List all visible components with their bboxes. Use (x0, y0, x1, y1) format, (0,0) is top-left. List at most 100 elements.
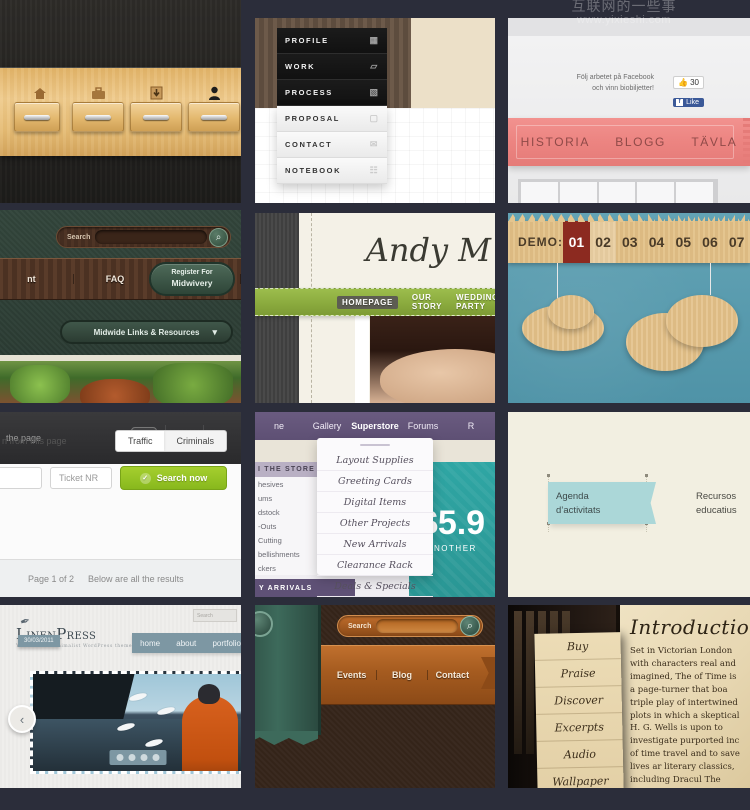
sidebar-item[interactable]: ckers (255, 561, 319, 575)
nav-item-wedding-party[interactable]: WEDDING PARTY (456, 293, 495, 311)
gallery-item-superstore-dropdown[interactable]: ne Gallery Superstore Forums R I THE STO… (255, 412, 495, 597)
menu-item-notebook[interactable]: NOTEBOOK ☷ (277, 158, 387, 184)
nav-item-superstore[interactable]: Superstore (351, 421, 399, 431)
dropdown-item[interactable]: Deals & Specials (317, 576, 433, 597)
plank-nav-row[interactable]: Events Blog Contact (327, 663, 477, 687)
segmented-control[interactable]: Traffic Criminals (114, 430, 227, 452)
gallery-item-search-toolbar[interactable]: the page ▣ ⚙ ⛶ n from this page Traffic … (0, 412, 241, 597)
magnifier-icon[interactable]: ⌕ (460, 616, 480, 636)
menu-item-profile[interactable]: PROFILE ▦ (277, 28, 387, 54)
sidebar-item[interactable]: ums (255, 491, 319, 505)
segment-criminals[interactable]: Criminals (164, 431, 226, 451)
recursos-tab[interactable]: Recursos educatius (696, 490, 737, 518)
demo-switcher-strip[interactable]: DEMO: 01 02 03 04 05 06 07 (508, 221, 750, 263)
gallery-item-profile-menu[interactable]: PROFILE ▦ WORK ▱ PROCESS ▧ PROPOSAL ▢ CO… (255, 18, 495, 203)
gallery-item-agenda-ribbon[interactable]: Agenda d’activitats Recursos educatius (508, 412, 750, 597)
menu-item-process[interactable]: PROCESS ▧ (277, 80, 387, 106)
drawer-home[interactable] (14, 78, 66, 132)
sidebar-item[interactable]: hesives (255, 477, 319, 491)
drawer-profile[interactable] (188, 78, 240, 132)
gallery-item-vintage-book[interactable]: Introduction Set in Victorian London wit… (508, 605, 750, 788)
nav-item-historia[interactable]: HISTORIA (521, 135, 590, 149)
nav-item-blog[interactable]: Blog (377, 670, 428, 680)
demo-tab-01[interactable]: 01 (563, 221, 590, 263)
nav-item-tavla[interactable]: TÄVLA (691, 135, 737, 149)
nav-item-events[interactable]: Events (327, 670, 378, 680)
menu-item-buy[interactable]: Buy (534, 632, 621, 661)
nav-item-our-story[interactable]: OUR STORY (412, 293, 442, 311)
register-button[interactable]: Register For Midwivery (149, 262, 235, 296)
magnifier-icon[interactable]: ⌕ (209, 227, 228, 247)
selection-handle[interactable] (547, 474, 550, 477)
demo-tab-03[interactable]: 03 (616, 234, 643, 250)
gallery-item-wood-bar-nav[interactable]: Search ⌕ Events Blog Contact (255, 605, 495, 788)
search-bar[interactable]: Search ⌕ (56, 226, 231, 248)
search-bar[interactable]: Search ⌕ (337, 615, 483, 637)
drawer-front[interactable] (130, 102, 182, 132)
menu-item-proposal[interactable]: PROPOSAL ▢ (277, 106, 387, 132)
slider-dot[interactable] (116, 754, 123, 761)
gallery-item-wedding-ribbon[interactable]: Andy M HOMEPAGE OUR STORY WEDDING PARTY (255, 213, 495, 403)
dropdown-item[interactable]: Digital Items (317, 492, 433, 513)
agenda-ribbon-tab[interactable]: Agenda d’activitats (548, 482, 644, 524)
book-side-menu[interactable]: Buy Praise Discover Excerpts Audio Wallp… (534, 632, 624, 788)
pink-ribbon-nav[interactable]: HISTORIA BLOGG TÄVLA (508, 118, 750, 166)
purple-nav-bar[interactable]: ne Gallery Superstore Forums R (255, 412, 495, 440)
search-input[interactable]: Search (193, 609, 237, 622)
drawer-front[interactable] (188, 102, 240, 132)
sidebar-item[interactable]: bellishments (255, 547, 319, 561)
gallery-item-linenpress[interactable]: ✒ LINENPRESS Yet another minimalist Word… (0, 605, 241, 788)
slider-dot[interactable] (128, 754, 135, 761)
gallery-item-cardboard-clouds[interactable]: DEMO: 01 02 03 04 05 06 07 (508, 213, 750, 403)
gallery-item-wood-drawers[interactable] (0, 0, 241, 203)
nav-item-blogg[interactable]: BLOGG (615, 135, 666, 149)
menu-item-praise[interactable]: Praise (534, 659, 622, 688)
sidebar-item[interactable]: dstock (255, 505, 319, 519)
nav-item-contact[interactable]: Contact (428, 670, 477, 680)
ticket-nr-input[interactable]: Ticket NR (50, 467, 112, 489)
nav-item-home[interactable]: ne (255, 421, 303, 431)
menu-item-contact[interactable]: CONTACT ✉ (277, 132, 387, 158)
top-nav[interactable]: home about portfolio (132, 633, 241, 653)
menu-item-wallpaper[interactable]: Wallpaper (537, 767, 624, 788)
chevron-left-icon[interactable]: ‹ (8, 705, 36, 733)
demo-tab-05[interactable]: 05 (670, 234, 697, 250)
menu-item-discover[interactable]: Discover (535, 686, 623, 715)
nav-item-faq[interactable]: FAQ (74, 274, 158, 284)
slider-dot[interactable] (152, 754, 159, 761)
search-input[interactable] (376, 619, 458, 633)
nav-item-gallery[interactable]: Gallery (303, 421, 351, 431)
dropdown-item[interactable]: New Arrivals (317, 534, 433, 555)
portfolio-menu[interactable]: PROFILE ▦ WORK ▱ PROCESS ▧ PROPOSAL ▢ CO… (277, 28, 387, 184)
sidebar-item[interactable]: -Outs (255, 519, 319, 533)
gallery-item-midwifery-nav[interactable]: Search ⌕ nt FAQ Contact Us Register For … (0, 210, 241, 403)
dropdown-item[interactable]: Layout Supplies (317, 450, 433, 471)
demo-tab-06[interactable]: 06 (697, 234, 724, 250)
green-ribbon-nav[interactable]: HOMEPAGE OUR STORY WEDDING PARTY (255, 288, 495, 316)
demo-tab-07[interactable]: 07 (723, 234, 750, 250)
dropdown-item[interactable]: Clearance Rack (317, 555, 433, 576)
dropdown-item[interactable]: Greeting Cards (317, 471, 433, 492)
drawer-front[interactable] (72, 102, 124, 132)
superstore-dropdown-menu[interactable]: Layout Supplies Greeting Cards Digital I… (317, 438, 433, 597)
search-now-button[interactable]: ✓ Search now (120, 466, 227, 490)
nav-item-resources[interactable]: R (447, 421, 495, 431)
menu-item-excerpts[interactable]: Excerpts (536, 713, 623, 742)
store-sidebar[interactable]: I THE STORE hesives ums dstock -Outs Cut… (255, 462, 319, 575)
menu-item-audio[interactable]: Audio (536, 740, 624, 769)
drawer-front[interactable] (14, 102, 60, 132)
nav-item-truncated[interactable]: nt (0, 274, 74, 284)
plate-input[interactable] (0, 467, 42, 489)
nav-item-portfolio[interactable]: portfolio (212, 639, 240, 648)
dropdown-item[interactable]: Other Projects (317, 513, 433, 534)
gallery-item-pink-ribbon-nav[interactable]: Följ arbetet på Facebook och vinn biobil… (508, 18, 750, 203)
demo-tab-02[interactable]: 02 (589, 221, 617, 263)
slider-dot[interactable] (140, 754, 147, 761)
selection-handle[interactable] (645, 474, 648, 477)
slider-pagination[interactable] (109, 750, 166, 765)
nav-item-forums[interactable]: Forums (399, 421, 447, 431)
nav-item-home[interactable]: home (140, 639, 160, 648)
search-input[interactable] (95, 230, 207, 244)
drawer-work[interactable] (72, 78, 124, 132)
segment-traffic[interactable]: Traffic (115, 431, 165, 451)
